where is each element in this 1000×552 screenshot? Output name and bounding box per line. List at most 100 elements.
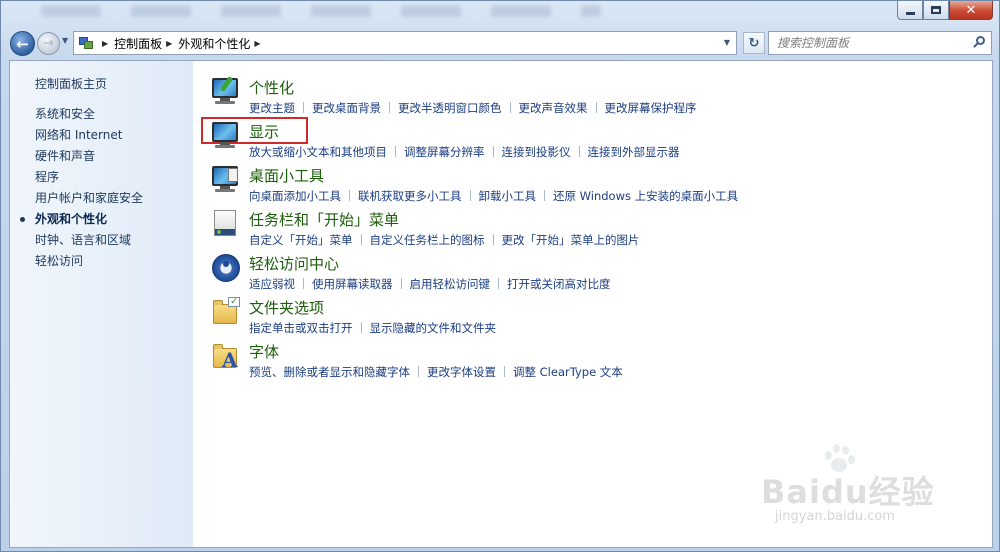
folder-options-icon[interactable]: ✓ <box>210 296 242 328</box>
maximize-button[interactable] <box>923 1 949 20</box>
task-link[interactable]: 预览、删除或者显示和隐藏字体 <box>249 365 410 379</box>
category-links: 向桌面添加小工具 联机获取更多小工具 卸载小工具 还原 Windows 上安装的桌面小… <box>249 188 738 204</box>
task-link[interactable]: 连接到外部显示器 <box>588 145 680 159</box>
task-link[interactable]: 适应弱视 <box>249 277 295 291</box>
search-input[interactable] <box>777 36 957 50</box>
category-display: 显示 放大或缩小文本和其他项目 调整屏幕分辨率 连接到投影仪 连接到外部显示器 <box>201 115 987 159</box>
sidebar-item-clock-region[interactable]: 时钟、语言和区域 <box>35 230 143 251</box>
sidebar-item-hardware-sound[interactable]: 硬件和声音 <box>35 146 143 167</box>
category-title[interactable]: 桌面小工具 <box>249 165 324 186</box>
taskbar-icon[interactable] <box>210 208 242 240</box>
minimize-button[interactable] <box>897 1 923 20</box>
maximize-icon <box>931 6 941 14</box>
back-arrow-icon: ← <box>16 34 29 53</box>
desktop-gadgets-icon[interactable] <box>210 164 242 196</box>
category-personalization: 个性化 更改主题 更改桌面背景 更改半透明窗口颜色 更改声音效果 更改屏幕保护程序 <box>207 71 987 115</box>
task-link[interactable]: 更改桌面背景 <box>312 101 381 115</box>
task-link[interactable]: 显示隐藏的文件和文件夹 <box>370 321 497 335</box>
category-links: 自定义「开始」菜单 自定义任务栏上的图标 更改「开始」菜单上的图片 <box>249 232 640 248</box>
category-title[interactable]: 轻松访问中心 <box>249 253 339 274</box>
sidebar-item-label: 轻松访问 <box>35 254 84 268</box>
task-link[interactable]: 更改声音效果 <box>519 101 588 115</box>
control-panel-window: ✕ ← → ▼ ▶ 控制面板 ▶ 外观和个性化 ▶ ▼ ↻ 控制面板主页 系统和… <box>0 0 1000 552</box>
title-bar[interactable]: ✕ <box>1 1 999 27</box>
minimize-icon <box>905 11 915 15</box>
task-link[interactable]: 自定义「开始」菜单 <box>249 233 353 247</box>
category-links: 更改主题 更改桌面背景 更改半透明窗口颜色 更改声音效果 更改屏幕保护程序 <box>249 100 697 116</box>
navigation-bar: ← → ▼ ▶ 控制面板 ▶ 外观和个性化 ▶ ▼ ↻ <box>1 28 999 58</box>
sidebar-item-label: 用户帐户和家庭安全 <box>35 191 144 205</box>
task-link[interactable]: 指定单击或双击打开 <box>249 321 353 335</box>
sidebar-item-programs[interactable]: 程序 <box>35 167 143 188</box>
task-link[interactable]: 启用轻松访问键 <box>410 277 491 291</box>
category-ease-of-access: 轻松访问中心 适应弱视 使用屏幕读取器 启用轻松访问键 打开或关闭高对比度 <box>207 247 987 291</box>
breadcrumb-separator-icon[interactable]: ▶ <box>254 39 260 48</box>
control-panel-icon <box>78 36 94 50</box>
ease-of-access-icon[interactable] <box>210 252 242 284</box>
task-link[interactable]: 还原 Windows 上安装的桌面小工具 <box>553 189 738 203</box>
sidebar-list: 系统和安全 网络和 Internet 硬件和声音 程序 用户帐户和家庭安全 外观… <box>20 104 143 272</box>
back-button[interactable]: ← <box>10 31 35 56</box>
refresh-icon: ↻ <box>748 35 760 51</box>
fonts-icon[interactable]: A <box>210 340 242 372</box>
task-link[interactable]: 卸载小工具 <box>479 189 537 203</box>
task-link[interactable]: 自定义任务栏上的图标 <box>370 233 485 247</box>
sidebar-item-appearance[interactable]: 外观和个性化 <box>20 209 143 230</box>
category-title[interactable]: 显示 <box>249 121 279 142</box>
sidebar-item-label: 网络和 Internet <box>35 128 123 142</box>
category-links: 适应弱视 使用屏幕读取器 启用轻松访问键 打开或关闭高对比度 <box>249 276 611 292</box>
sidebar-item-label: 硬件和声音 <box>35 149 96 163</box>
breadcrumb-appearance[interactable]: 外观和个性化 <box>178 35 250 52</box>
category-title[interactable]: 任务栏和「开始」菜单 <box>249 209 399 230</box>
sidebar-item-user-accounts[interactable]: 用户帐户和家庭安全 <box>35 188 143 209</box>
caption-buttons: ✕ <box>897 1 993 20</box>
task-link[interactable]: 更改主题 <box>249 101 295 115</box>
task-link[interactable]: 更改半透明窗口颜色 <box>398 101 502 115</box>
forward-arrow-icon: → <box>43 36 54 51</box>
category-links: 放大或缩小文本和其他项目 调整屏幕分辨率 连接到投影仪 连接到外部显示器 <box>249 144 680 160</box>
search-icon[interactable] <box>972 36 986 50</box>
close-icon: ✕ <box>965 2 977 18</box>
category-title[interactable]: 字体 <box>249 341 279 362</box>
category-taskbar-start-menu: 任务栏和「开始」菜单 自定义「开始」菜单 自定义任务栏上的图标 更改「开始」菜单上的… <box>207 203 987 247</box>
sidebar-item-ease-of-access[interactable]: 轻松访问 <box>35 251 143 272</box>
task-link[interactable]: 使用屏幕读取器 <box>312 277 393 291</box>
search-box[interactable] <box>768 31 992 55</box>
task-link[interactable]: 更改字体设置 <box>427 365 496 379</box>
sidebar-item-network[interactable]: 网络和 Internet <box>35 125 143 146</box>
category-title[interactable]: 文件夹选项 <box>249 297 324 318</box>
breadcrumb-separator-icon[interactable]: ▶ <box>166 39 172 48</box>
task-link[interactable]: 放大或缩小文本和其他项目 <box>249 145 387 159</box>
task-link[interactable]: 连接到投影仪 <box>502 145 571 159</box>
forward-button[interactable]: → <box>37 32 60 55</box>
breadcrumb-control-panel[interactable]: 控制面板 <box>114 35 162 52</box>
personalization-icon[interactable] <box>210 76 242 108</box>
title-bar-blurred-tabs <box>41 5 601 17</box>
display-icon[interactable] <box>210 120 242 152</box>
category-title[interactable]: 个性化 <box>249 77 294 98</box>
sidebar-item-label: 外观和个性化 <box>35 212 108 226</box>
close-button[interactable]: ✕ <box>949 1 993 20</box>
category-links: 预览、删除或者显示和隐藏字体 更改字体设置 调整 ClearType 文本 <box>249 364 623 380</box>
task-link[interactable]: 更改屏幕保护程序 <box>605 101 697 115</box>
refresh-button[interactable]: ↻ <box>743 32 765 54</box>
sidebar-item-label: 系统和安全 <box>35 107 96 121</box>
task-link[interactable]: 联机获取更多小工具 <box>358 189 462 203</box>
address-bar[interactable]: ▶ 控制面板 ▶ 外观和个性化 ▶ ▼ <box>73 31 737 55</box>
recent-pages-dropdown[interactable]: ▼ <box>62 36 68 45</box>
current-item-bullet-icon <box>20 217 25 222</box>
category-folder-options: ✓ 文件夹选项 指定单击或双击打开 显示隐藏的文件和文件夹 <box>207 291 987 335</box>
breadcrumb-separator-icon[interactable]: ▶ <box>102 39 108 48</box>
content-area: 控制面板主页 系统和安全 网络和 Internet 硬件和声音 程序 用户帐户和… <box>9 60 993 548</box>
sidebar-home-link[interactable]: 控制面板主页 <box>35 75 107 92</box>
sidebar-item-system-security[interactable]: 系统和安全 <box>35 104 143 125</box>
category-fonts: A 字体 预览、删除或者显示和隐藏字体 更改字体设置 调整 ClearType 文本 <box>207 335 987 379</box>
task-link[interactable]: 打开或关闭高对比度 <box>507 277 611 291</box>
task-link[interactable]: 调整屏幕分辨率 <box>404 145 485 159</box>
task-link[interactable]: 调整 ClearType 文本 <box>513 365 623 379</box>
sidebar-item-label: 时钟、语言和区域 <box>35 233 132 247</box>
sidebar: 控制面板主页 系统和安全 网络和 Internet 硬件和声音 程序 用户帐户和… <box>10 61 193 547</box>
address-dropdown-icon[interactable]: ▼ <box>724 38 730 47</box>
task-link[interactable]: 更改「开始」菜单上的图片 <box>502 233 640 247</box>
task-link[interactable]: 向桌面添加小工具 <box>249 189 341 203</box>
